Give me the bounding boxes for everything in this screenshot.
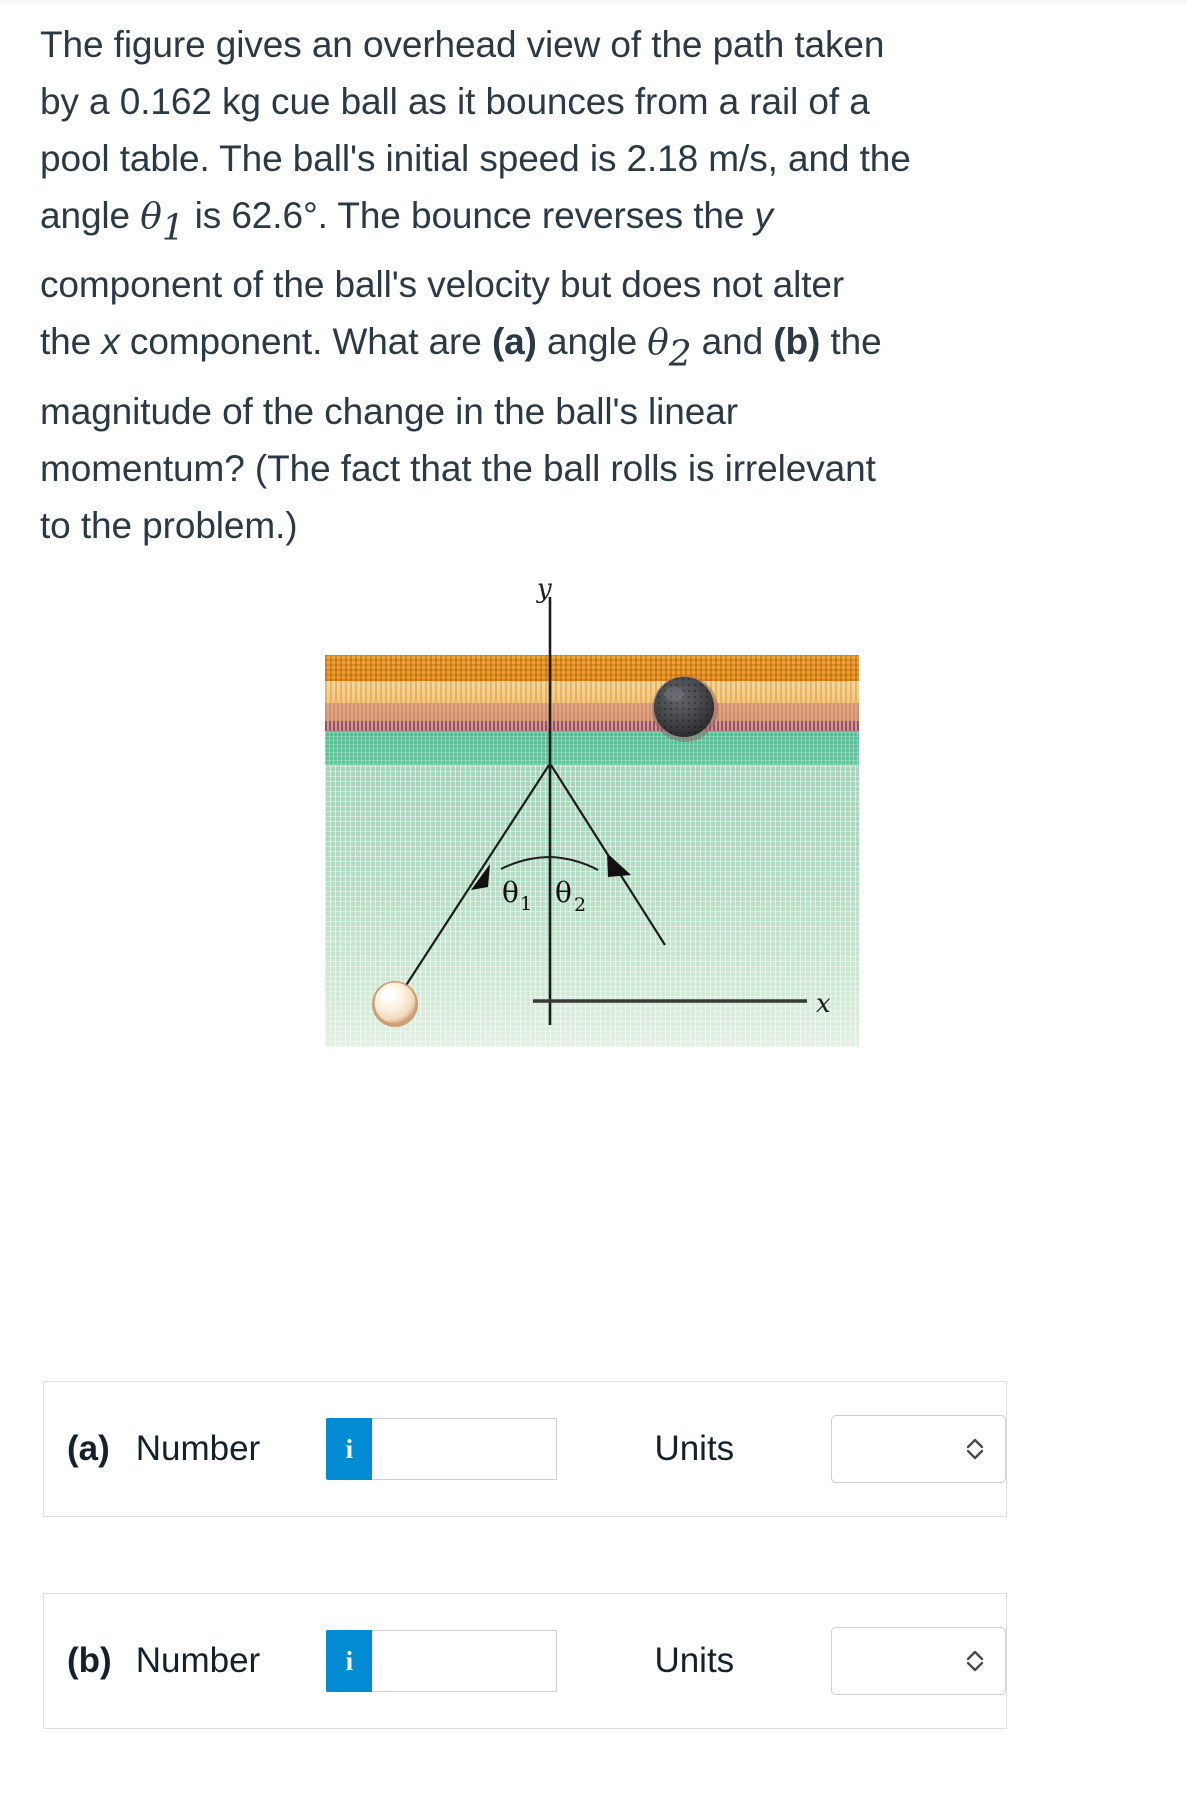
- theta1-subscript: 1: [161, 207, 185, 249]
- question-line-4-suffix: is 62.6°. The bounce reverses the: [184, 195, 755, 236]
- answer-b-tag: (b): [67, 1641, 112, 1680]
- question-line-4-prefix: angle: [40, 195, 141, 236]
- theta2-subscript: 2: [668, 333, 692, 375]
- updown-chevron-icon: [965, 1648, 985, 1674]
- answer-a-number-group: i: [326, 1418, 558, 1480]
- question-line-6-c: angle: [536, 321, 648, 363]
- figure-vectors: y x θ 1 θ 2: [372, 575, 831, 1027]
- outgoing-arrowhead-icon: [607, 853, 631, 877]
- question-line-6-d: and: [691, 321, 774, 363]
- cue-ball: [372, 981, 418, 1027]
- answer-a-units-label: Units: [654, 1429, 735, 1468]
- part-b-marker: (b): [773, 321, 821, 363]
- updown-chevron-icon: [965, 1436, 985, 1462]
- part-a-marker: (a): [491, 321, 537, 363]
- answer-b-info-button[interactable]: i: [326, 1630, 373, 1692]
- answer-a-info-button[interactable]: i: [326, 1418, 373, 1480]
- question-line-8: momentum? (The fact that the ball rolls …: [40, 447, 876, 489]
- answer-a-number-label: Number: [135, 1429, 261, 1468]
- answer-b-number-label: Number: [135, 1641, 261, 1680]
- answer-b-number-input[interactable]: [372, 1630, 558, 1692]
- theta1-arc: [500, 856, 551, 870]
- question-line-3: pool table. The ball's initial speed is …: [40, 138, 911, 179]
- theta1-symbol: θ: [140, 196, 162, 237]
- theta1-label: θ: [502, 876, 519, 909]
- question-line-6-e: the: [820, 321, 882, 363]
- answer-row-a: (a) Number i Units: [43, 1381, 1007, 1517]
- eight-ball: [652, 676, 718, 742]
- answer-a-tag: (a): [67, 1429, 110, 1468]
- theta1-label-sub: 1: [520, 893, 532, 915]
- y-axis-label: y: [536, 575, 552, 604]
- question-line-1: The figure gives an overhead view of the…: [40, 24, 885, 65]
- theta2-symbol: θ: [647, 322, 669, 364]
- theta2-label-sub: 2: [574, 894, 586, 916]
- physics-figure: y x θ 1 θ 2: [285, 575, 865, 1075]
- x-axis-label: x: [816, 989, 831, 1019]
- question-line-9: to the problem.): [40, 504, 298, 546]
- theta2-arc: [549, 856, 599, 871]
- question-line-6-a: the: [40, 321, 102, 363]
- answer-a-number-input[interactable]: [372, 1418, 558, 1480]
- answer-a-units-select[interactable]: [830, 1415, 1006, 1483]
- answer-b-units-select[interactable]: [830, 1627, 1006, 1695]
- page-top-edge: [0, 0, 1187, 6]
- incoming-arrowhead-icon: [471, 864, 490, 890]
- answer-row-b: (b) Number i Units: [43, 1593, 1007, 1729]
- question-text: The figure gives an overhead view of the…: [40, 16, 1030, 554]
- x-component-symbol: x: [101, 321, 120, 363]
- answer-b-number-group: i: [326, 1630, 558, 1692]
- theta2-label: θ: [555, 876, 572, 909]
- question-line-7: magnitude of the change in the ball's li…: [40, 390, 738, 432]
- question-line-2: by a 0.162 kg cue ball as it bounces fro…: [40, 81, 870, 122]
- answer-b-units-label: Units: [654, 1641, 735, 1680]
- incoming-path: [402, 764, 550, 991]
- question-line-5: component of the ball's velocity but doe…: [40, 264, 845, 306]
- y-component-symbol: y: [754, 195, 774, 236]
- question-line-6-b: component. What are: [119, 321, 492, 363]
